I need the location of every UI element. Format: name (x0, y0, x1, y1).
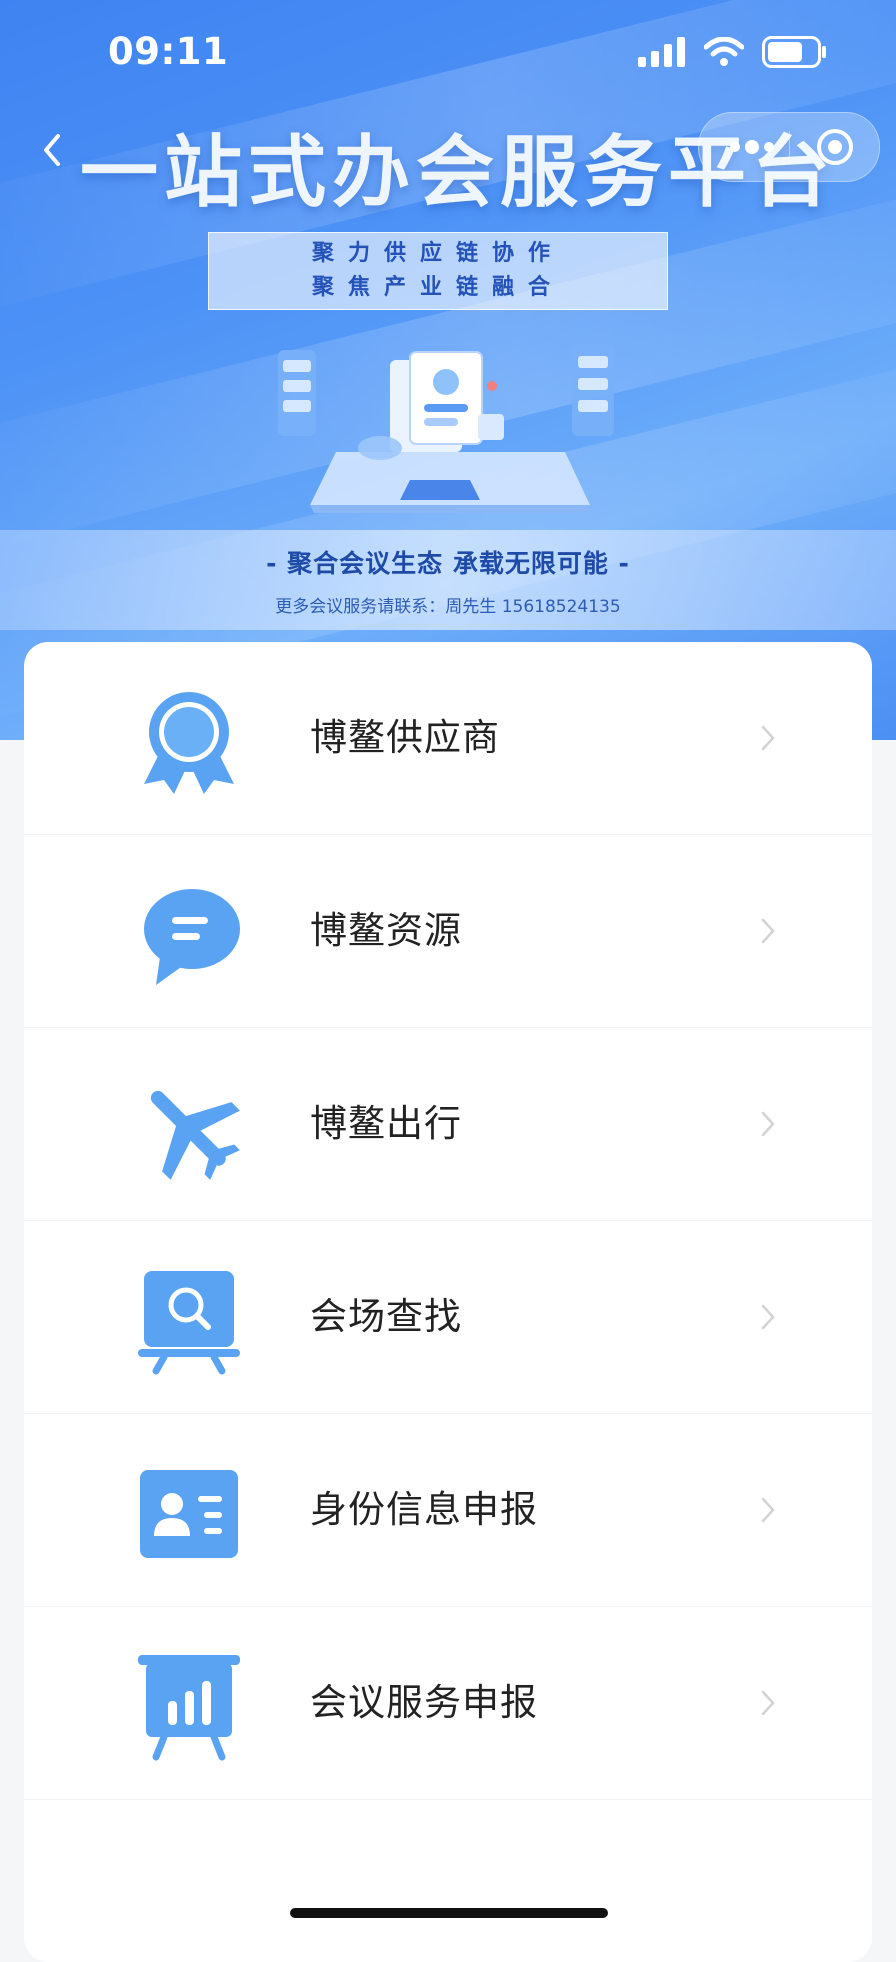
chevron-right-icon (761, 1304, 775, 1330)
home-indicator (290, 1908, 608, 1918)
slogan-line-2: 聚焦产业链融合 (311, 275, 564, 300)
menu-item-id-declaration[interactable]: 身份信息申报 (24, 1414, 872, 1607)
menu-item-service-declaration[interactable]: 会议服务申报 (24, 1607, 872, 1800)
menu-label: 身份信息申报 (310, 1488, 538, 1531)
award-ribbon-icon (144, 692, 234, 794)
contact-info: 更多会议服务请联系：周先生 15618524135 (275, 597, 621, 617)
mini-program-capsule (698, 112, 880, 182)
chevron-right-icon (761, 918, 775, 944)
slogan-box: 聚力供应链协作 聚焦产业链融合 (208, 232, 668, 310)
menu-item-venue-search[interactable]: 会场查找 (24, 1221, 872, 1414)
menu-label: 博鳌资源 (310, 909, 462, 952)
status-time: 09:11 (108, 30, 229, 73)
chevron-right-icon (761, 1111, 775, 1137)
menu-card: 博鳌供应商 博鳌资源 博鳌出行 会场查找 身份信息申报 会议服务申报 (24, 642, 872, 1962)
status-bar: 09:11 (0, 0, 896, 104)
menu-item-resources[interactable]: 博鳌资源 (24, 835, 872, 1028)
board-chart-icon (138, 1655, 240, 1761)
menu-label: 会场查找 (310, 1295, 462, 1338)
menu-item-travel[interactable]: 博鳌出行 (24, 1028, 872, 1221)
menu-label: 博鳌供应商 (310, 716, 500, 759)
menu-label: 会议服务申报 (310, 1681, 538, 1724)
back-button[interactable] (32, 124, 72, 176)
signal-icon (638, 37, 685, 67)
battery-icon (762, 36, 826, 68)
chevron-right-icon (761, 1497, 775, 1523)
nav-bar: 一站式办会服务平台 (0, 110, 896, 218)
chat-bubble-icon (144, 889, 240, 985)
target-icon[interactable] (815, 127, 855, 167)
wifi-icon (704, 37, 744, 66)
chevron-right-icon (761, 1690, 775, 1716)
slogan-line-1: 聚力供应链协作 (311, 241, 564, 266)
board-search-icon (138, 1271, 240, 1375)
chevron-right-icon (761, 725, 775, 751)
menu-item-supplier[interactable]: 博鳌供应商 (24, 642, 872, 835)
menu-label: 博鳌出行 (310, 1102, 462, 1145)
more-dots-icon[interactable] (727, 133, 777, 161)
hero-illustration (278, 344, 614, 513)
tagline: - 聚合会议生态 承载无限可能 - (266, 549, 630, 578)
airplane-icon (150, 1090, 240, 1180)
id-card-icon (140, 1470, 238, 1558)
